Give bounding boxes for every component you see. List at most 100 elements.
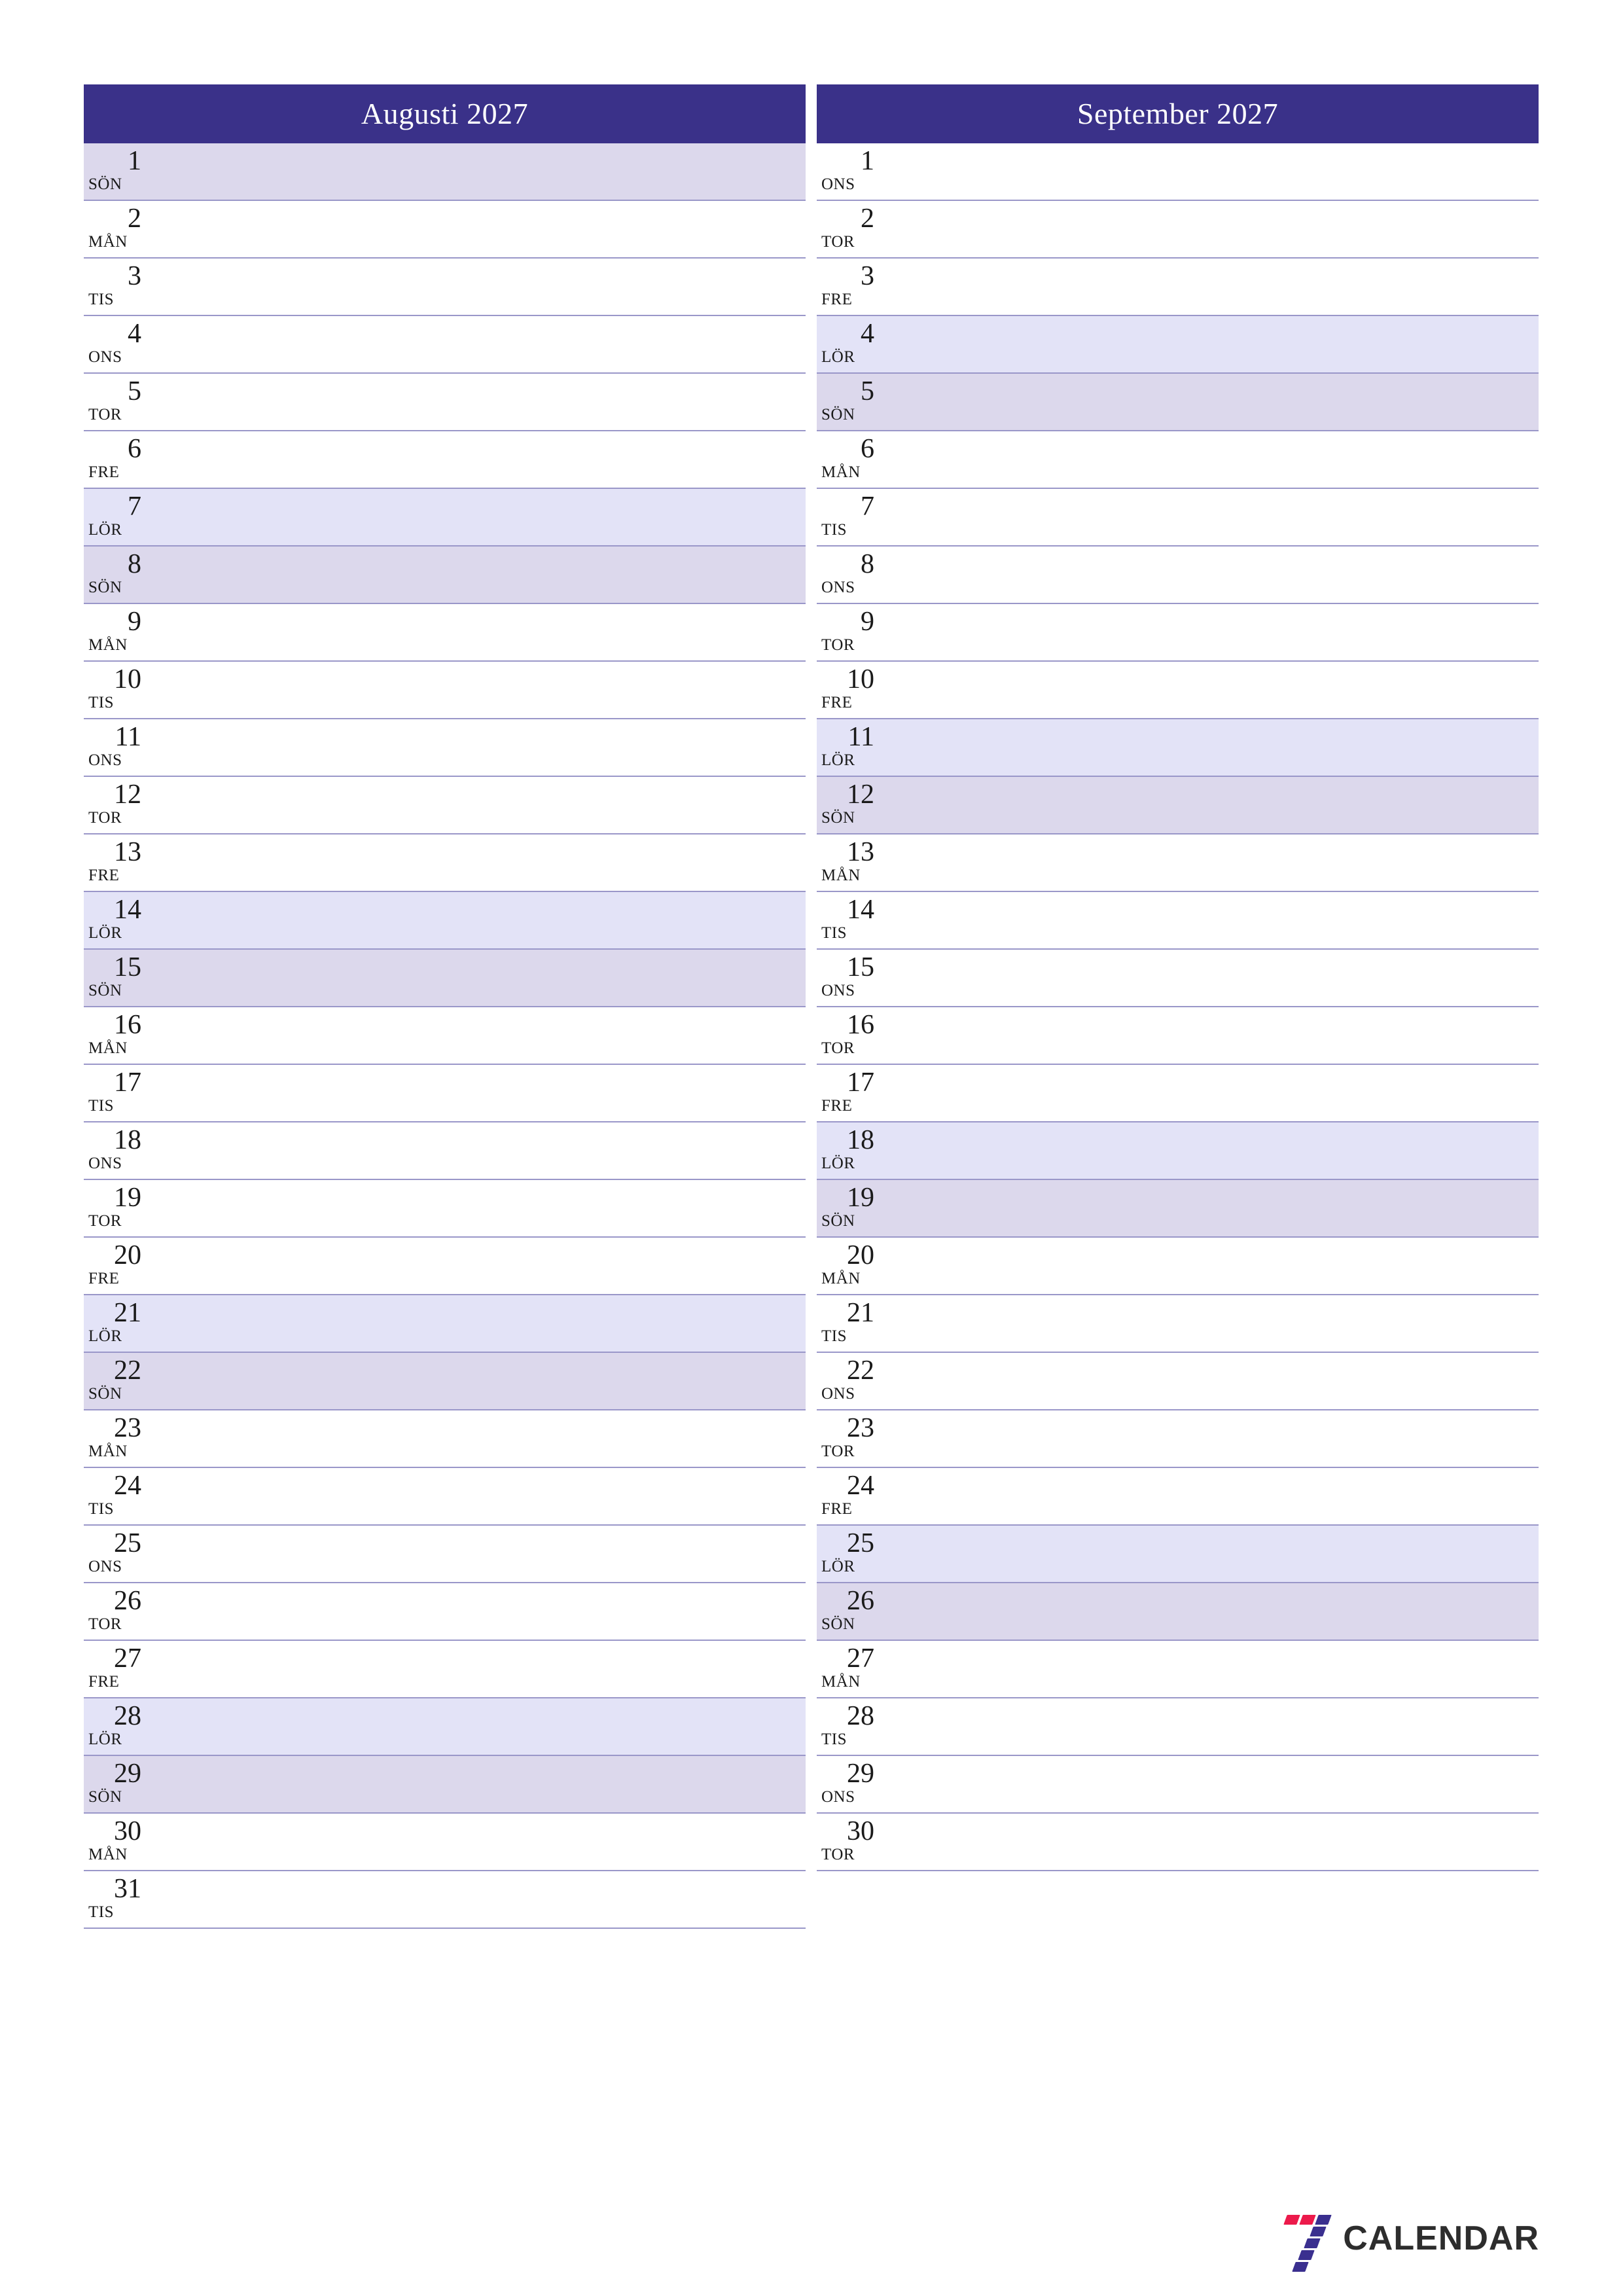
day-row[interactable]: 3 FRE bbox=[817, 259, 1539, 316]
day-row[interactable]: 8 SÖN bbox=[84, 547, 806, 604]
day-row[interactable]: 11 LÖR bbox=[817, 719, 1539, 777]
day-row[interactable]: 5 SÖN bbox=[817, 374, 1539, 431]
day-row[interactable]: 8 ONS bbox=[817, 547, 1539, 604]
day-row[interactable]: 19 SÖN bbox=[817, 1180, 1539, 1238]
day-row[interactable]: 27 FRE bbox=[84, 1641, 806, 1698]
day-weekday-label: ONS bbox=[821, 175, 855, 193]
day-number: 12 bbox=[847, 780, 874, 810]
day-row[interactable]: 16 MÅN bbox=[84, 1007, 806, 1065]
day-number: 21 bbox=[114, 1298, 141, 1328]
logo-block-blue-5 bbox=[1292, 2262, 1309, 2272]
day-number: 13 bbox=[847, 837, 874, 867]
day-row[interactable]: 11 ONS bbox=[84, 719, 806, 777]
day-row[interactable]: 24 FRE bbox=[817, 1468, 1539, 1526]
day-row[interactable]: 4 ONS bbox=[84, 316, 806, 374]
day-row[interactable]: 16 TOR bbox=[817, 1007, 1539, 1065]
day-number: 5 bbox=[861, 376, 874, 406]
day-number: 17 bbox=[114, 1067, 141, 1098]
day-number: 26 bbox=[847, 1586, 874, 1616]
day-number: 4 bbox=[128, 319, 141, 349]
day-row[interactable]: 10 TIS bbox=[84, 662, 806, 719]
day-weekday-label: FRE bbox=[821, 1500, 853, 1518]
day-weekday-label: ONS bbox=[821, 579, 855, 596]
day-row[interactable]: 26 SÖN bbox=[817, 1583, 1539, 1641]
day-number: 16 bbox=[847, 1010, 874, 1040]
day-row[interactable]: 29 ONS bbox=[817, 1756, 1539, 1814]
day-row[interactable]: 6 MÅN bbox=[817, 431, 1539, 489]
day-row[interactable]: 22 SÖN bbox=[84, 1353, 806, 1410]
day-number: 24 bbox=[114, 1471, 141, 1501]
day-weekday-label: MÅN bbox=[821, 1673, 861, 1691]
day-row[interactable]: 12 TOR bbox=[84, 777, 806, 834]
day-row[interactable]: 14 LÖR bbox=[84, 892, 806, 950]
day-number: 22 bbox=[847, 1355, 874, 1386]
day-row[interactable]: 13 FRE bbox=[84, 834, 806, 892]
day-row[interactable]: 30 TOR bbox=[817, 1814, 1539, 1871]
day-number: 23 bbox=[114, 1413, 141, 1443]
day-weekday-label: FRE bbox=[88, 1673, 120, 1691]
day-row[interactable]: 6 FRE bbox=[84, 431, 806, 489]
day-row[interactable]: 25 LÖR bbox=[817, 1526, 1539, 1583]
day-row[interactable]: 18 ONS bbox=[84, 1122, 806, 1180]
day-row[interactable]: 23 TOR bbox=[817, 1410, 1539, 1468]
day-number: 18 bbox=[114, 1125, 141, 1155]
day-row[interactable]: 2 MÅN bbox=[84, 201, 806, 259]
day-row[interactable]: 21 LÖR bbox=[84, 1295, 806, 1353]
day-weekday-label: TOR bbox=[88, 1212, 122, 1230]
day-row[interactable]: 13 MÅN bbox=[817, 834, 1539, 892]
day-number: 1 bbox=[861, 146, 874, 176]
day-row[interactable]: 27 MÅN bbox=[817, 1641, 1539, 1698]
day-row[interactable]: 28 LÖR bbox=[84, 1698, 806, 1756]
day-row[interactable]: 28 TIS bbox=[817, 1698, 1539, 1756]
day-row[interactable]: 1 ONS bbox=[817, 143, 1539, 201]
day-weekday-label: SÖN bbox=[88, 982, 122, 999]
day-row[interactable]: 9 TOR bbox=[817, 604, 1539, 662]
day-row[interactable]: 22 ONS bbox=[817, 1353, 1539, 1410]
day-row[interactable]: 23 MÅN bbox=[84, 1410, 806, 1468]
day-weekday-label: MÅN bbox=[88, 233, 128, 251]
day-row[interactable]: 15 ONS bbox=[817, 950, 1539, 1007]
day-weekday-label: MÅN bbox=[88, 1846, 128, 1863]
day-row[interactable]: 15 SÖN bbox=[84, 950, 806, 1007]
day-row[interactable]: 2 TOR bbox=[817, 201, 1539, 259]
logo-wordmark: CALENDAR bbox=[1343, 2219, 1539, 2257]
day-row[interactable]: 29 SÖN bbox=[84, 1756, 806, 1814]
day-number: 22 bbox=[114, 1355, 141, 1386]
day-number: 29 bbox=[847, 1759, 874, 1789]
day-row[interactable]: 14 TIS bbox=[817, 892, 1539, 950]
day-row[interactable]: 12 SÖN bbox=[817, 777, 1539, 834]
day-list-left: 1 SÖN 2 MÅN 3 TIS 4 ONS 5 TOR 6 FRE 7 LÖR 8 SÖN 9 MÅN 10 TI… bbox=[84, 143, 806, 1929]
day-weekday-label: TIS bbox=[821, 1731, 847, 1748]
day-row[interactable]: 7 TIS bbox=[817, 489, 1539, 547]
day-number: 24 bbox=[847, 1471, 874, 1501]
day-row[interactable]: 24 TIS bbox=[84, 1468, 806, 1526]
day-row[interactable]: 4 LÖR bbox=[817, 316, 1539, 374]
day-weekday-label: LÖR bbox=[88, 924, 122, 942]
day-row[interactable]: 19 TOR bbox=[84, 1180, 806, 1238]
day-weekday-label: TOR bbox=[821, 636, 855, 654]
day-weekday-label: SÖN bbox=[88, 1385, 122, 1403]
day-row[interactable]: 3 TIS bbox=[84, 259, 806, 316]
day-row[interactable]: 10 FRE bbox=[817, 662, 1539, 719]
day-row[interactable]: 17 TIS bbox=[84, 1065, 806, 1122]
day-row[interactable]: 18 LÖR bbox=[817, 1122, 1539, 1180]
day-row[interactable]: 20 MÅN bbox=[817, 1238, 1539, 1295]
day-number: 20 bbox=[114, 1240, 141, 1270]
day-number: 21 bbox=[847, 1298, 874, 1328]
day-row[interactable]: 7 LÖR bbox=[84, 489, 806, 547]
day-row[interactable]: 25 ONS bbox=[84, 1526, 806, 1583]
day-weekday-label: ONS bbox=[88, 751, 122, 769]
day-row[interactable]: 1 SÖN bbox=[84, 143, 806, 201]
day-weekday-label: FRE bbox=[821, 291, 853, 308]
day-weekday-label: FRE bbox=[88, 1270, 120, 1287]
day-row[interactable]: 21 TIS bbox=[817, 1295, 1539, 1353]
day-number: 8 bbox=[861, 549, 874, 579]
day-weekday-label: LÖR bbox=[88, 1731, 122, 1748]
day-row[interactable]: 9 MÅN bbox=[84, 604, 806, 662]
day-row[interactable]: 17 FRE bbox=[817, 1065, 1539, 1122]
day-row[interactable]: 31 TIS bbox=[84, 1871, 806, 1929]
day-row[interactable]: 20 FRE bbox=[84, 1238, 806, 1295]
day-row[interactable]: 30 MÅN bbox=[84, 1814, 806, 1871]
day-row[interactable]: 5 TOR bbox=[84, 374, 806, 431]
day-row[interactable]: 26 TOR bbox=[84, 1583, 806, 1641]
